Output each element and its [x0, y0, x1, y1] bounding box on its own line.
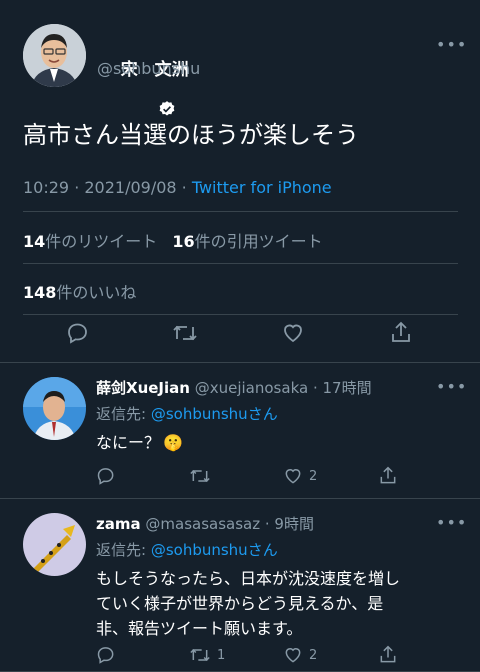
- retweet-icon[interactable]: [189, 466, 217, 486]
- retweet-icon[interactable]: 1: [189, 645, 225, 665]
- reply-text-line: 非、報告ツイート願います。: [96, 619, 303, 638]
- reply-text: もしそうなったら、日本が沈没速度を増し ていく様子が世界からどう見えるか、是 非…: [96, 566, 400, 641]
- avatar[interactable]: [23, 377, 86, 440]
- reply-tweet[interactable]: zama @masasasasaz · 9時間 ••• 返信先: @sohbun…: [0, 499, 480, 672]
- reply-icon[interactable]: [96, 645, 116, 665]
- reply-icon[interactable]: [63, 318, 93, 348]
- like-count: 2: [309, 647, 318, 663]
- share-icon[interactable]: [378, 645, 398, 665]
- quote-stat[interactable]: 16件の引用ツイート: [172, 232, 322, 251]
- divider: [23, 263, 458, 264]
- replying-to-label: 返信先:: [96, 405, 151, 423]
- replying-to-suffix: さん: [247, 541, 278, 559]
- replying-to: 返信先: @sohbunshuさん: [96, 539, 278, 560]
- tweet-source[interactable]: Twitter for iPhone: [192, 178, 332, 197]
- like-label: 件のいいね: [56, 283, 137, 302]
- retweet-icon[interactable]: [170, 318, 200, 348]
- reply-text: なにー？ 🤫: [96, 430, 183, 455]
- tweet-meta: 10:29 · 2021/09/08 · Twitter for iPhone: [23, 178, 332, 197]
- tweet-text: 高市さん当選のほうが楽しそう: [23, 121, 359, 149]
- reply-author[interactable]: 薛剑XueJian @xuejianosaka · 17時間: [96, 377, 372, 398]
- main-tweet: 宋 文洲 @sohbunshu ••• 高市さん当選のほうが楽しそう 10:29…: [0, 0, 480, 363]
- reply-author-name[interactable]: zama: [96, 515, 141, 533]
- retweet-count: 14: [23, 232, 46, 251]
- replying-to-user[interactable]: @sohbunshu: [151, 405, 248, 423]
- retweet-label: 件のリツイート: [45, 232, 158, 251]
- reply-tweet[interactable]: 薛剑XueJian @xuejianosaka · 17時間 ••• 返信先: …: [0, 363, 480, 499]
- like-stat[interactable]: 148件のいいね: [23, 283, 136, 302]
- like-icon[interactable]: [278, 318, 308, 348]
- more-icon[interactable]: •••: [436, 513, 467, 532]
- more-icon[interactable]: •••: [436, 377, 467, 396]
- divider: [23, 314, 458, 315]
- reply-text-line: ていく様子が世界からどう見えるか、是: [96, 594, 384, 613]
- reply-author-name[interactable]: 薛剑XueJian: [96, 379, 190, 397]
- quote-count: 16: [172, 232, 195, 251]
- replying-to-label: 返信先:: [96, 541, 151, 559]
- divider: [23, 211, 458, 212]
- like-icon[interactable]: 2: [283, 466, 317, 486]
- replying-to-user[interactable]: @sohbunshu: [151, 541, 248, 559]
- reply-icon[interactable]: [96, 466, 116, 486]
- reply-author-handle[interactable]: @xuejianosaka · 17時間: [195, 379, 372, 397]
- like-count: 148: [23, 283, 57, 302]
- retweet-count: 1: [217, 647, 226, 663]
- like-icon[interactable]: 2: [283, 645, 317, 665]
- avatar[interactable]: [23, 513, 86, 576]
- replying-to: 返信先: @sohbunshuさん: [96, 403, 278, 424]
- shushing-face-emoji: 🤫: [163, 433, 183, 452]
- reply-author-handle[interactable]: @masasasasaz · 9時間: [145, 515, 314, 533]
- replying-to-suffix: さん: [247, 405, 278, 423]
- avatar[interactable]: [23, 24, 86, 87]
- tweet-timestamp[interactable]: 10:29 · 2021/09/08 ·: [23, 178, 192, 197]
- reply-author[interactable]: zama @masasasasaz · 9時間: [96, 513, 314, 534]
- more-icon[interactable]: •••: [436, 35, 467, 54]
- quote-label: 件の引用ツイート: [194, 232, 323, 251]
- share-icon[interactable]: [386, 318, 416, 348]
- retweet-quote-stats: 14件のリツイート 16件の引用ツイート: [23, 228, 323, 252]
- retweet-stat[interactable]: 14件のリツイート: [23, 232, 157, 251]
- author-handle[interactable]: @sohbunshu: [97, 59, 200, 78]
- reply-text-line: もしそうなったら、日本が沈没速度を増し: [96, 569, 401, 588]
- tweet-actions: [0, 318, 480, 358]
- reply-text-content: なにー？: [96, 433, 161, 452]
- like-count: 2: [309, 468, 318, 484]
- like-stats: 148件のいいね: [23, 279, 136, 303]
- share-icon[interactable]: [378, 466, 398, 486]
